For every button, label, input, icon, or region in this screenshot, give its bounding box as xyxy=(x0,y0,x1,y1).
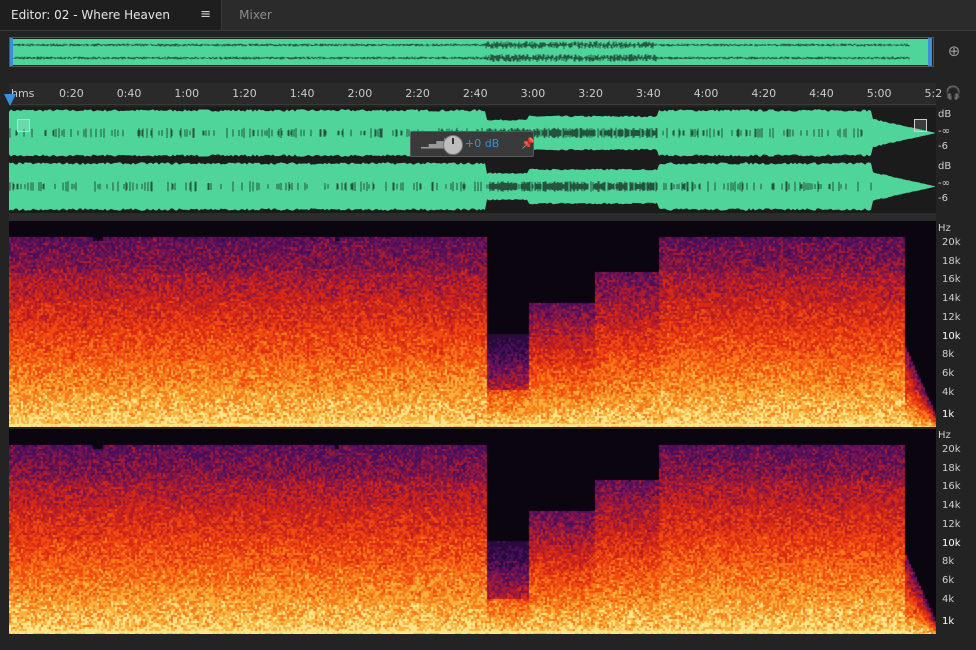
fade-out-handle[interactable] xyxy=(914,119,927,132)
db-minus6-label-bottom: -6 xyxy=(938,193,948,204)
ruler-tick-label: 0:40 xyxy=(116,87,142,100)
tab-mixer[interactable]: Mixer xyxy=(223,0,288,30)
hz-tick-label: 12k xyxy=(942,312,961,323)
tab-editor[interactable]: Editor: 02 - Where Heaven Ends.mp3 ≡ xyxy=(0,0,222,52)
hz-tick-label: 18k xyxy=(942,463,961,474)
ruler-tick-label: 3:20 xyxy=(578,87,603,100)
hz-tick-label: 1k xyxy=(942,616,955,627)
hz-tick-label: 10k xyxy=(942,538,961,549)
panel-tab-bar: Editor: 02 - Where Heaven Ends.mp3 ≡ Mix… xyxy=(0,0,976,52)
waveform-spectrogram-divider[interactable] xyxy=(9,213,936,221)
db-label-top: dB xyxy=(938,109,952,120)
hz-tick-label: 4k xyxy=(942,387,955,398)
ruler-tick-label: 2:00 xyxy=(347,87,373,100)
ruler-tick-label: 4:00 xyxy=(693,87,719,100)
volume-hud[interactable]: ▁▃▅▇ +0 dB 📌 xyxy=(410,131,535,157)
ruler-tick-label: 0:20 xyxy=(59,87,84,100)
status-toolbar xyxy=(0,636,976,650)
spectrogram-right-channel[interactable] xyxy=(9,429,936,634)
ruler-tick-label: 2:20 xyxy=(405,87,430,100)
overview-visible-range[interactable] xyxy=(12,39,930,65)
waveform-display[interactable] xyxy=(9,107,936,213)
ruler-tick-label: 3:40 xyxy=(636,87,661,100)
hz-unit-label: Hz xyxy=(938,223,951,234)
hz-tick-label: 20k xyxy=(942,237,961,248)
ruler-tick-label: 2:40 xyxy=(462,87,488,100)
hz-tick-label: 8k xyxy=(942,556,955,567)
hz-tick-label: 16k xyxy=(942,481,961,492)
zoom-navigator-icon[interactable]: ⊕ xyxy=(944,42,964,62)
playhead-marker[interactable] xyxy=(4,94,16,106)
hz-tick-label: 16k xyxy=(942,274,961,285)
hamburger-menu-icon[interactable]: ≡ xyxy=(200,0,211,30)
ruler-tick-label: 4:20 xyxy=(751,87,777,100)
ruler-tick-label: 1:00 xyxy=(174,87,200,100)
ruler-tick-label: 5:00 xyxy=(866,87,892,100)
gain-readout[interactable]: +0 dB xyxy=(465,137,499,150)
db-inf-label-top: -∞ xyxy=(938,126,950,137)
ruler-tick-label: 1:20 xyxy=(232,87,257,100)
db-label-bottom: dB xyxy=(938,161,952,172)
hz-tick-label: 20k xyxy=(942,444,961,455)
hz-tick-label: 12k xyxy=(942,519,961,530)
pin-icon[interactable]: 📌 xyxy=(521,137,535,150)
hz-tick-label: 8k xyxy=(942,349,955,360)
overview-range-start-handle[interactable] xyxy=(10,38,13,66)
hz-tick-label: 14k xyxy=(942,500,961,511)
hz-tick-label: 6k xyxy=(942,368,955,379)
db-inf-label-bottom: -∞ xyxy=(938,178,950,189)
ruler-tick-label: 3:00 xyxy=(520,87,546,100)
spectrogram-left-channel[interactable] xyxy=(9,221,936,427)
ruler-tick-label: 5:2 xyxy=(924,87,943,100)
hz-tick-label: 14k xyxy=(942,293,961,304)
hz-tick-label: 6k xyxy=(942,575,955,586)
hz-tick-label: 18k xyxy=(942,256,961,267)
hz-unit-label: Hz xyxy=(938,430,951,441)
ruler-tick-label: 1:40 xyxy=(289,87,315,100)
db-minus6-label-top: -6 xyxy=(938,141,948,152)
headphone-icon[interactable]: 🎧 xyxy=(945,86,961,101)
overview-waveform[interactable] xyxy=(9,37,934,67)
overview-range-end-handle[interactable] xyxy=(928,38,932,66)
ruler-tick-label: 4:40 xyxy=(809,87,834,100)
volume-knob[interactable] xyxy=(443,135,463,155)
hz-tick-label: 10k xyxy=(942,331,961,342)
hz-tick-label: 4k xyxy=(942,594,955,605)
time-ruler[interactable]: hms 0:20 0:40 1:00 1:20 1:40 2:00 2:20 2:40 3:00… xyxy=(9,83,942,105)
hz-tick-label: 1k xyxy=(942,409,955,420)
fade-in-handle[interactable] xyxy=(17,119,30,132)
